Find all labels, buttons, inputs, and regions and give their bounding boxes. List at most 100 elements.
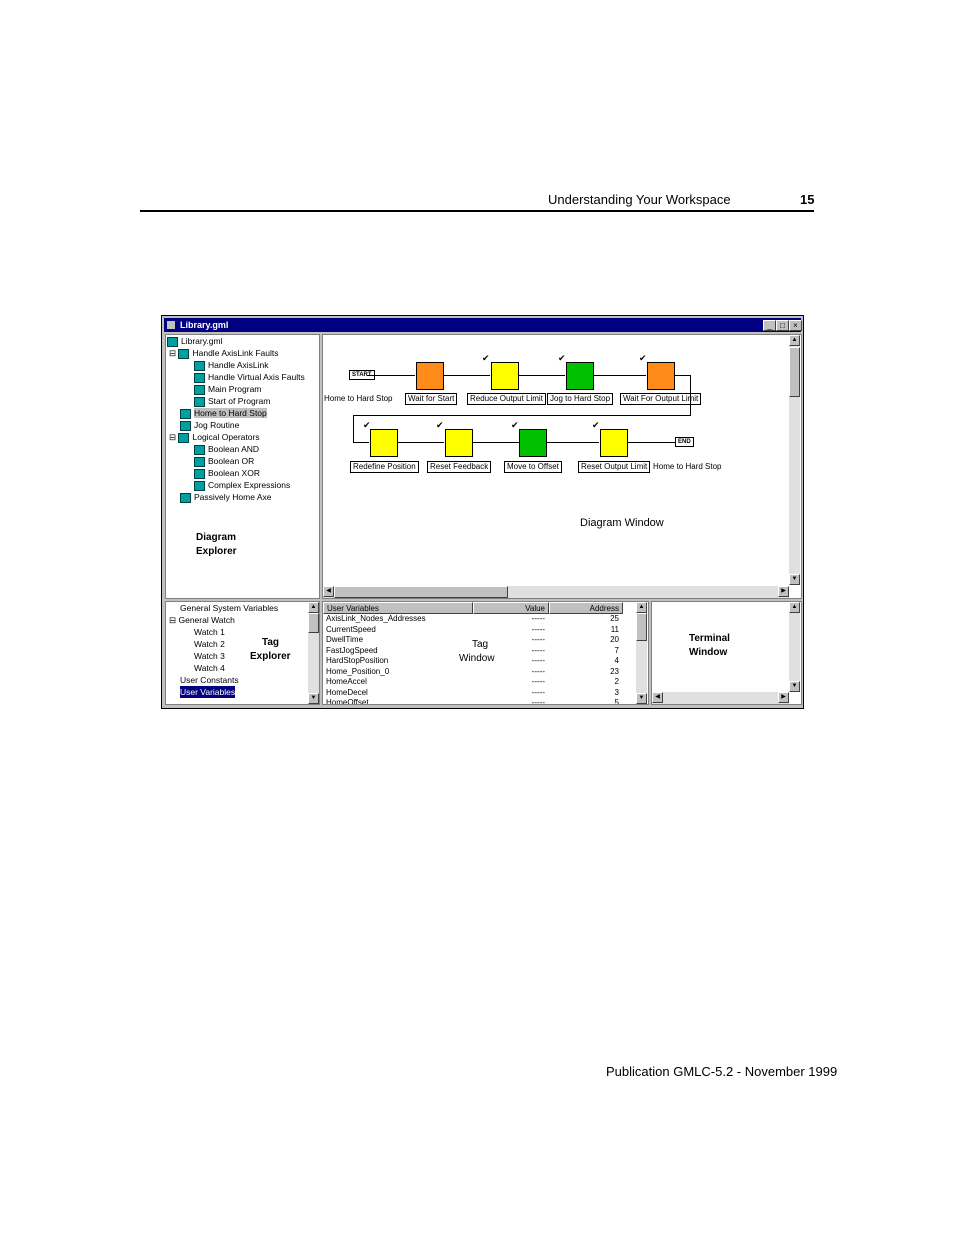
tree-item[interactable]: ⊟ Handle AxisLink Faults bbox=[169, 347, 278, 359]
tag-row-name[interactable]: CurrentSpeed bbox=[326, 625, 473, 636]
tree-item[interactable]: Library.gml bbox=[167, 335, 222, 347]
block-label: Wait for Start bbox=[405, 393, 458, 405]
tree-item[interactable]: Handle AxisLink bbox=[194, 359, 268, 371]
position-block-icon[interactable] bbox=[370, 429, 398, 457]
scroll-up-icon[interactable]: ▲ bbox=[789, 602, 800, 613]
scroll-thumb[interactable] bbox=[636, 613, 647, 641]
diagram-icon bbox=[194, 444, 205, 455]
diagram-icon bbox=[180, 492, 191, 503]
block-label: Redefine Position bbox=[350, 461, 419, 473]
tag-row-address[interactable]: 2 bbox=[549, 677, 619, 688]
move-block-icon[interactable] bbox=[519, 429, 547, 457]
output-limit-block-icon[interactable] bbox=[600, 429, 628, 457]
close-button[interactable]: × bbox=[789, 320, 802, 331]
tag-window-scrollbar[interactable]: ▲ ▼ bbox=[636, 602, 647, 704]
tag-row-name[interactable]: HomeOffset bbox=[326, 698, 473, 704]
scroll-up-icon[interactable]: ▲ bbox=[308, 602, 319, 613]
tag-row-name[interactable]: Home_Position_0 bbox=[326, 667, 473, 678]
tag-row-address[interactable]: 25 bbox=[549, 614, 619, 625]
tree-item[interactable]: Boolean AND bbox=[194, 443, 259, 455]
scroll-right-icon[interactable]: ▶ bbox=[778, 586, 789, 597]
end-node[interactable]: END bbox=[675, 437, 694, 447]
tag-row-value[interactable]: ----- bbox=[473, 688, 545, 699]
wait-block-icon[interactable] bbox=[647, 362, 675, 390]
column-header-address[interactable]: Address bbox=[549, 602, 623, 614]
diagram-vertical-scrollbar[interactable]: ▲ ▼ bbox=[789, 335, 800, 585]
scroll-down-icon[interactable]: ▼ bbox=[636, 693, 647, 704]
terminal-vertical-scrollbar[interactable]: ▲ ▼ bbox=[789, 602, 800, 692]
tag-row-value[interactable]: ----- bbox=[473, 614, 545, 625]
scroll-right-icon[interactable]: ▶ bbox=[778, 692, 789, 703]
tag-row-address[interactable]: 3 bbox=[549, 688, 619, 699]
tag-row-address[interactable]: 11 bbox=[549, 625, 619, 636]
wire bbox=[444, 375, 490, 376]
tag-row-name[interactable]: HomeAccel bbox=[326, 677, 473, 688]
scroll-thumb[interactable] bbox=[334, 586, 508, 598]
scroll-down-icon[interactable]: ▼ bbox=[789, 574, 800, 585]
scroll-down-icon[interactable]: ▼ bbox=[789, 681, 800, 692]
terminal-horizontal-scrollbar[interactable]: ◀ ▶ bbox=[652, 692, 789, 704]
tag-row-address[interactable]: 7 bbox=[549, 646, 619, 657]
terminal-window[interactable]: Terminal Window ▲ ▼ ◀ ▶ bbox=[651, 601, 802, 705]
tree-item[interactable]: Jog Routine bbox=[180, 419, 239, 431]
jog-block-icon[interactable] bbox=[566, 362, 594, 390]
tag-row-address[interactable]: 4 bbox=[549, 656, 619, 667]
wire bbox=[353, 415, 691, 416]
title-bar[interactable]: Library.gml _ □ × bbox=[164, 318, 802, 332]
column-header-name[interactable]: User Variables bbox=[323, 602, 473, 614]
tag-row-value[interactable]: ----- bbox=[473, 698, 545, 704]
tag-explorer[interactable]: General System Variables ⊟ General Watch… bbox=[165, 601, 320, 705]
diagram-horizontal-scrollbar[interactable]: ◀ ▶ bbox=[323, 586, 789, 598]
tag-row-address[interactable]: 5 bbox=[549, 698, 619, 704]
tag-tree-item[interactable]: Watch 1 bbox=[194, 626, 225, 638]
tag-explorer-scrollbar[interactable]: ▲ ▼ bbox=[308, 602, 319, 704]
tree-item-selected[interactable]: Home to Hard Stop bbox=[180, 407, 267, 419]
feedback-block-icon[interactable] bbox=[445, 429, 473, 457]
tree-item[interactable]: Boolean OR bbox=[194, 455, 254, 467]
maximize-button[interactable]: □ bbox=[776, 320, 789, 331]
tag-row-value[interactable]: ----- bbox=[473, 625, 545, 636]
tag-row-value[interactable]: ----- bbox=[473, 667, 545, 678]
tag-window[interactable]: User Variables Value Address AxisLink_No… bbox=[322, 601, 649, 705]
tag-tree-item[interactable]: User Constants bbox=[180, 674, 239, 686]
block-label: Reset Feedback bbox=[427, 461, 492, 473]
tag-row-address[interactable]: 23 bbox=[549, 667, 619, 678]
diagram-icon bbox=[178, 348, 190, 359]
scroll-left-icon[interactable]: ◀ bbox=[323, 586, 334, 597]
tree-item[interactable]: Boolean XOR bbox=[194, 467, 260, 479]
tree-item[interactable]: Complex Expressions bbox=[194, 479, 290, 491]
row2-caption: Home to Hard Stop bbox=[653, 462, 722, 471]
tree-item[interactable]: Handle Virtual Axis Faults bbox=[194, 371, 305, 383]
tree-item[interactable]: Start of Program bbox=[194, 395, 270, 407]
wait-block-icon[interactable] bbox=[416, 362, 444, 390]
tag-row-name[interactable]: HardStopPosition bbox=[326, 656, 473, 667]
tag-row-name[interactable]: DwellTime bbox=[326, 635, 473, 646]
tag-row-value[interactable]: ----- bbox=[473, 677, 545, 688]
tag-tree-item[interactable]: Watch 3 bbox=[194, 650, 225, 662]
output-limit-block-icon[interactable] bbox=[491, 362, 519, 390]
scroll-thumb[interactable] bbox=[308, 613, 319, 633]
tag-tree-item[interactable]: ⊟ General Watch bbox=[169, 614, 235, 626]
tag-row-name[interactable]: AxisLink_Nodes_Addresses bbox=[326, 614, 473, 625]
diagram-icon bbox=[180, 420, 191, 431]
column-header-value[interactable]: Value bbox=[473, 602, 549, 614]
scroll-up-icon[interactable]: ▲ bbox=[636, 602, 647, 613]
tree-item[interactable]: Passively Home Axe bbox=[180, 491, 271, 503]
tag-tree-item[interactable]: Watch 2 bbox=[194, 638, 225, 650]
diagram-icon bbox=[178, 432, 190, 443]
tag-row-address[interactable]: 20 bbox=[549, 635, 619, 646]
tag-tree-item[interactable]: Watch 4 bbox=[194, 662, 225, 674]
tag-row-name[interactable]: HomeDecel bbox=[326, 688, 473, 699]
tree-item[interactable]: ⊟ Logical Operators bbox=[169, 431, 260, 443]
scroll-up-icon[interactable]: ▲ bbox=[789, 335, 800, 346]
diagram-window[interactable]: START Home to Hard Stop Wait for Start ✔… bbox=[322, 334, 802, 599]
diagram-explorer[interactable]: Library.gml ⊟ Handle AxisLink Faults Han… bbox=[165, 334, 320, 599]
tree-item[interactable]: Main Program bbox=[194, 383, 261, 395]
tag-tree-item-selected[interactable]: User Variables bbox=[180, 686, 236, 698]
tag-tree-item[interactable]: General System Variables bbox=[180, 602, 278, 614]
tag-row-name[interactable]: FastJogSpeed bbox=[326, 646, 473, 657]
minimize-button[interactable]: _ bbox=[763, 320, 776, 331]
scroll-down-icon[interactable]: ▼ bbox=[308, 693, 319, 704]
scroll-left-icon[interactable]: ◀ bbox=[652, 692, 663, 703]
scroll-thumb[interactable] bbox=[789, 347, 800, 397]
